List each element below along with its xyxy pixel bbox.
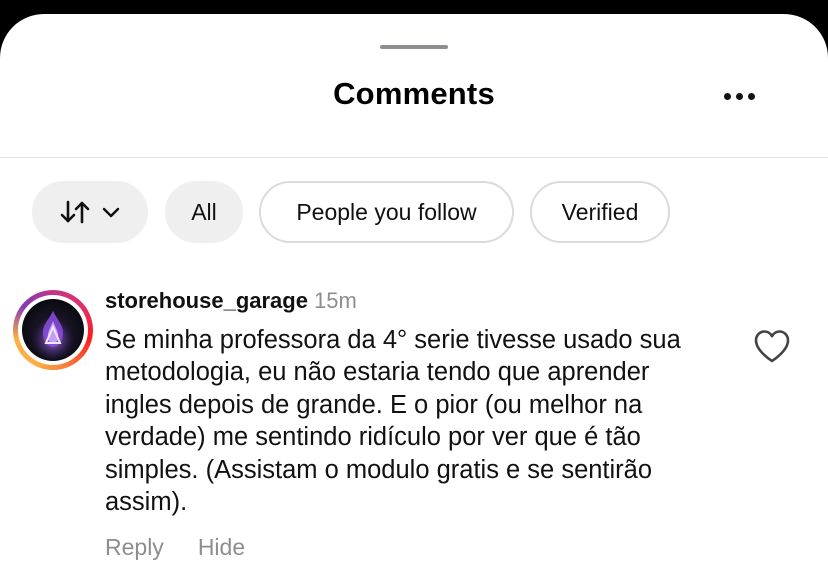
- chevron-down-icon: [102, 207, 120, 218]
- sort-arrows-icon: [60, 200, 90, 224]
- header-divider: [0, 157, 828, 158]
- avatar: [22, 299, 84, 361]
- filter-chip-all[interactable]: All: [165, 181, 243, 243]
- comment-time: 15m: [313, 288, 357, 313]
- heart-outline-icon[interactable]: [752, 328, 792, 364]
- more-options-button[interactable]: [724, 90, 764, 102]
- comments-sheet: Comments All People you follow Verified: [0, 14, 828, 586]
- comment-actions: Reply Hide: [105, 534, 245, 561]
- more-horizontal-icon: [724, 92, 731, 100]
- comment-username[interactable]: storehouse_garage 15m: [105, 288, 357, 314]
- filter-chip-people-you-follow[interactable]: People you follow: [259, 181, 514, 243]
- comment-text: Se minha professora da 4° serie tivesse …: [105, 326, 681, 517]
- flame-logo-icon: [29, 311, 77, 359]
- reply-button[interactable]: Reply: [105, 534, 164, 561]
- drag-handle[interactable]: [380, 45, 448, 49]
- avatar-story-ring[interactable]: [13, 290, 93, 370]
- hide-button[interactable]: Hide: [198, 534, 245, 561]
- sort-button[interactable]: [32, 181, 148, 243]
- filter-chip-verified[interactable]: Verified: [530, 181, 670, 243]
- page-title: Comments: [333, 76, 495, 111]
